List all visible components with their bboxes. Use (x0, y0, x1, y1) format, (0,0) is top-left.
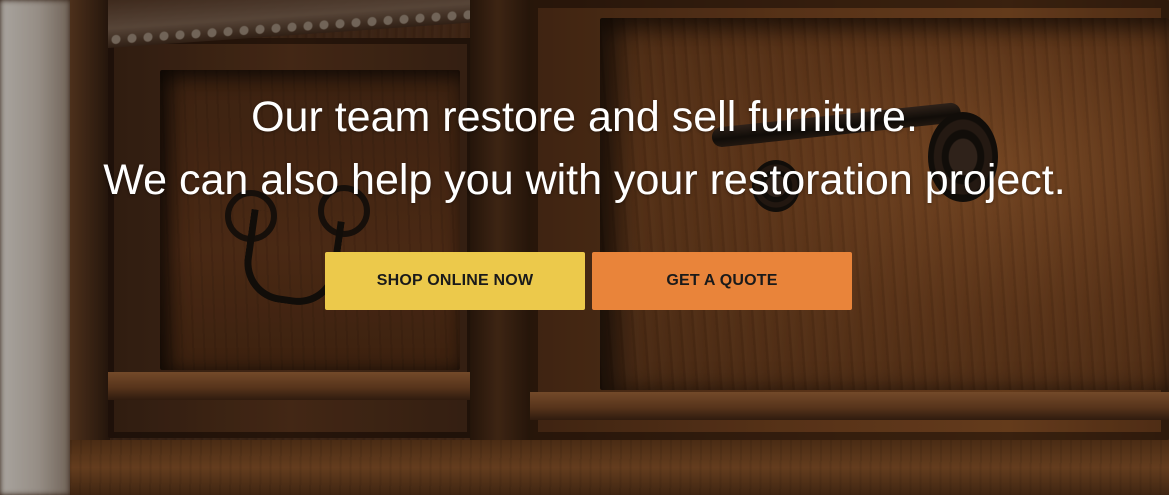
shop-online-button[interactable]: SHOP ONLINE NOW (325, 252, 585, 310)
hero-headline-line-1: Our team restore and sell furniture. (251, 93, 918, 141)
get-quote-button[interactable]: GET A QUOTE (592, 252, 852, 310)
hero-headline-line-2: We can also help you with your restorati… (103, 156, 1066, 204)
hero-content: Our team restore and sell furniture. We … (0, 0, 1169, 495)
